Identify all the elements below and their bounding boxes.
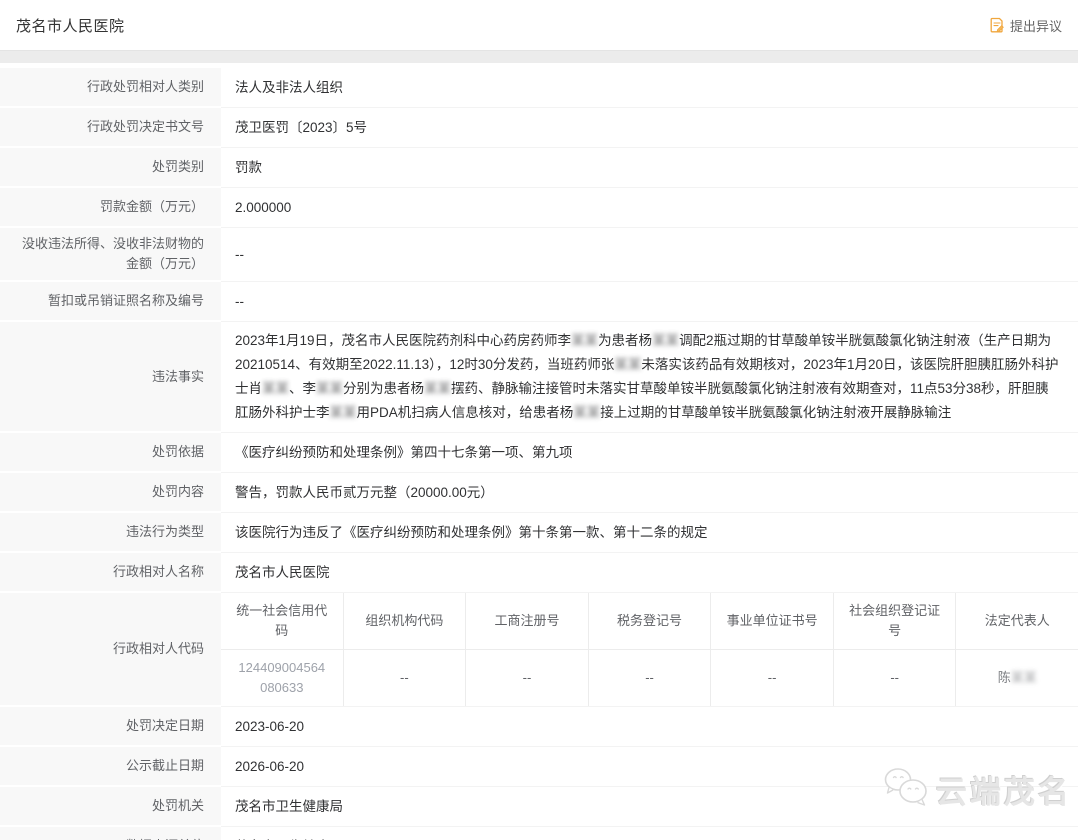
row-value: -- <box>221 282 1078 322</box>
row-label: 行政处罚相对人类别 <box>0 68 221 108</box>
row-counterpart-name: 行政相对人名称 茂名市人民医院 <box>0 553 1078 593</box>
row-value: 茂名市卫生健康局 <box>221 787 1078 827</box>
row-decision-date: 处罚决定日期 2023-06-20 <box>0 707 1078 747</box>
col-header-org-code: 组织机构代码 <box>343 593 466 649</box>
row-label: 暂扣或吊销证照名称及编号 <box>0 282 221 322</box>
row-label: 处罚机关 <box>0 787 221 827</box>
row-license-revocation: 暂扣或吊销证照名称及编号 -- <box>0 282 1078 322</box>
row-label: 处罚决定日期 <box>0 707 221 747</box>
col-header-credit-code: 统一社会信用代码 <box>221 593 343 649</box>
row-label: 处罚依据 <box>0 433 221 473</box>
code-table-value-row: 124409004564080633 -- -- -- -- -- 陈某某 <box>221 650 1078 706</box>
document-edit-icon <box>989 17 1005 33</box>
row-value-illegal-facts: 2023年1月19日，茂名市人民医院药剂科中心药房药师李某某为患者杨某某调配2瓶… <box>221 322 1078 433</box>
counterpart-code-table: 统一社会信用代码 组织机构代码 工商注册号 税务登记号 事业单位证书号 社会组织… <box>221 593 1078 706</box>
cell-org-code: -- <box>343 650 466 706</box>
cell-legal-rep: 陈某某 <box>955 650 1078 706</box>
code-table-header-row: 统一社会信用代码 组织机构代码 工商注册号 税务登记号 事业单位证书号 社会组织… <box>221 593 1078 650</box>
page-header: 茂名市人民医院 提出异议 <box>0 0 1078 50</box>
row-label: 处罚内容 <box>0 473 221 513</box>
row-penalty-authority: 处罚机关 茂名市卫生健康局 <box>0 787 1078 827</box>
row-label: 违法事实 <box>0 322 221 433</box>
row-counterpart-code: 行政相对人代码 统一社会信用代码 组织机构代码 工商注册号 税务登记号 事业单位… <box>0 593 1078 707</box>
row-decision-doc-number: 行政处罚决定书文号 茂卫医罚〔2023〕5号 <box>0 108 1078 148</box>
row-value: -- <box>221 228 1078 282</box>
row-value: 茂名市人民医院 <box>221 553 1078 593</box>
row-value: 2026-06-20 <box>221 747 1078 787</box>
row-label: 数据来源单位 <box>0 827 221 840</box>
col-header-legal-rep: 法定代表人 <box>955 593 1078 649</box>
header-divider-band <box>0 50 1078 63</box>
row-publicity-end-date: 公示截止日期 2026-06-20 <box>0 747 1078 787</box>
row-label: 没收违法所得、没收非法财物的金额（万元） <box>0 228 221 282</box>
row-label: 行政处罚决定书文号 <box>0 108 221 148</box>
row-value: 《医疗纠纷预防和处理条例》第四十七条第一项、第九项 <box>221 433 1078 473</box>
row-value: 罚款 <box>221 148 1078 188</box>
row-value: 警告，罚款人民币贰万元整（20000.00元） <box>221 473 1078 513</box>
col-header-institution-cert: 事业单位证书号 <box>710 593 833 649</box>
cell-tax-reg: -- <box>588 650 711 706</box>
row-label: 行政相对人代码 <box>0 593 221 707</box>
row-value: 该医院行为违反了《医疗纠纷预防和处理条例》第十条第一款、第十二条的规定 <box>221 513 1078 553</box>
penalty-info-table: 行政处罚相对人类别 法人及非法人组织 行政处罚决定书文号 茂卫医罚〔2023〕5… <box>0 68 1078 840</box>
page-title: 茂名市人民医院 <box>16 15 125 36</box>
col-header-social-org-reg: 社会组织登记证号 <box>833 593 956 649</box>
row-value: 2.000000 <box>221 188 1078 228</box>
row-counterpart-category: 行政处罚相对人类别 法人及非法人组织 <box>0 68 1078 108</box>
cell-social-org-reg: -- <box>833 650 956 706</box>
row-penalty-basis: 处罚依据 《医疗纠纷预防和处理条例》第四十七条第一项、第九项 <box>0 433 1078 473</box>
row-value-code-table: 统一社会信用代码 组织机构代码 工商注册号 税务登记号 事业单位证书号 社会组织… <box>221 593 1078 707</box>
objection-button-label: 提出异议 <box>1010 16 1062 35</box>
row-label: 行政相对人名称 <box>0 553 221 593</box>
row-value: 茂名市卫生健康局 <box>221 827 1078 840</box>
row-value: 茂卫医罚〔2023〕5号 <box>221 108 1078 148</box>
row-confiscation-amount: 没收违法所得、没收非法财物的金额（万元） -- <box>0 228 1078 282</box>
row-penalty-category: 处罚类别 罚款 <box>0 148 1078 188</box>
cell-institution-cert: -- <box>710 650 833 706</box>
row-violation-type: 违法行为类型 该医院行为违反了《医疗纠纷预防和处理条例》第十条第一款、第十二条的… <box>0 513 1078 553</box>
row-label: 处罚类别 <box>0 148 221 188</box>
row-penalty-content: 处罚内容 警告，罚款人民币贰万元整（20000.00元） <box>0 473 1078 513</box>
col-header-tax-reg: 税务登记号 <box>588 593 711 649</box>
row-fine-amount: 罚款金额（万元） 2.000000 <box>0 188 1078 228</box>
cell-business-reg: -- <box>465 650 588 706</box>
col-header-business-reg: 工商注册号 <box>465 593 588 649</box>
penalty-detail-page: 茂名市人民医院 提出异议 行政处罚相对人类别 法人及非法人组织 行政处罚决定书文… <box>0 0 1078 840</box>
row-label: 违法行为类型 <box>0 513 221 553</box>
row-value: 2023-06-20 <box>221 707 1078 747</box>
row-illegal-facts: 违法事实 2023年1月19日，茂名市人民医院药剂科中心药房药师李某某为患者杨某… <box>0 322 1078 433</box>
objection-button[interactable]: 提出异议 <box>989 16 1062 35</box>
row-value: 法人及非法人组织 <box>221 68 1078 108</box>
row-label: 罚款金额（万元） <box>0 188 221 228</box>
row-data-source-unit: 数据来源单位 茂名市卫生健康局 <box>0 827 1078 840</box>
cell-credit-code: 124409004564080633 <box>221 650 343 706</box>
row-label: 公示截止日期 <box>0 747 221 787</box>
